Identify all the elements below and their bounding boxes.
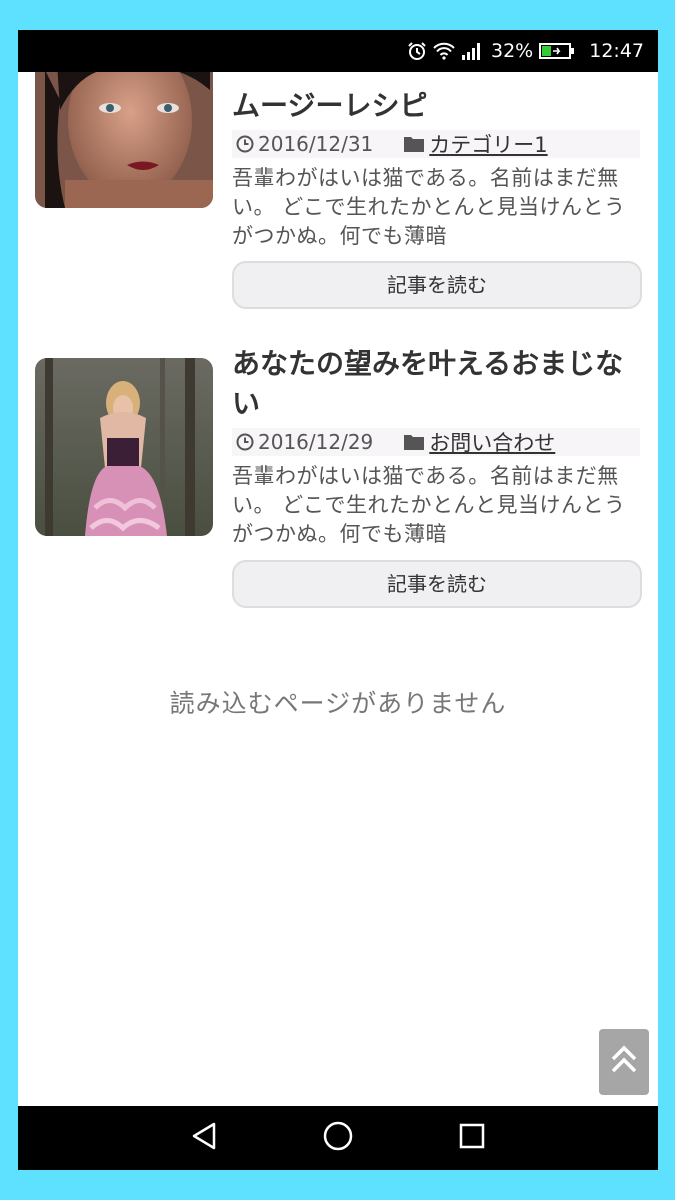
article-thumbnail-woman-portrait[interactable] [35, 72, 213, 208]
list-item: ムージーレシピ 2016/12/31 カテゴリー1 吾輩わがはいは猫である。名前… [18, 72, 658, 350]
article-excerpt: 吾輩わがはいは猫である。名前はまだ無い。 どこで生れたかとんと見当けんとうがつか… [232, 166, 626, 248]
article-list: ムージーレシピ 2016/12/31 カテゴリー1 吾輩わがはいは猫である。名前… [18, 72, 658, 1106]
clock-icon [236, 433, 254, 451]
article-meta: 2016/12/29 お問い合わせ [232, 428, 640, 456]
triangle-back-icon[interactable] [190, 1121, 218, 1155]
status-bar: 32% 12:47 [18, 30, 658, 72]
article-category-link[interactable]: カテゴリー1 [429, 129, 547, 159]
article-title[interactable]: ムージーレシピ [232, 86, 642, 126]
article-title[interactable]: あなたの望みを叶えるおまじない [232, 344, 642, 424]
article-category-link[interactable]: お問い合わせ [429, 427, 555, 457]
phone-screen: 32% 12:47 ムージーレシピ 2016/12/31 カテゴリー1 吾輩わが… [18, 30, 658, 1170]
back-to-top-button[interactable] [599, 1029, 649, 1095]
circle-home-icon[interactable] [322, 1120, 354, 1156]
read-article-button[interactable]: 記事を読む [232, 560, 642, 608]
square-recents-icon[interactable] [458, 1122, 486, 1154]
battery-icon [539, 42, 575, 60]
wifi-icon [433, 42, 455, 60]
read-article-button[interactable]: 記事を読む [232, 261, 642, 309]
article-meta: 2016/12/31 カテゴリー1 [232, 130, 640, 158]
no-more-pages-message: 読み込むページがありません [169, 689, 507, 718]
clock-icon [236, 135, 254, 153]
article-date: 2016/12/31 [258, 132, 374, 156]
signal-icon [461, 42, 483, 60]
article-thumbnail-woman-forest[interactable] [35, 358, 213, 536]
folder-icon [403, 433, 425, 451]
clock-time: 12:47 [589, 40, 644, 62]
alarm-icon [407, 41, 427, 61]
battery-percent: 32% [491, 40, 534, 62]
article-date: 2016/12/29 [258, 430, 374, 454]
article-excerpt: 吾輩わがはいは猫である。名前はまだ無い。 どこで生れたかとんと見当けんとうがつか… [232, 464, 626, 546]
folder-icon [403, 135, 425, 153]
double-chevron-up-icon [610, 1045, 638, 1079]
system-navigation-bar [18, 1106, 658, 1170]
list-item: あなたの望みを叶えるおまじない 2016/12/29 お問い合わせ 吾輩わがはい… [18, 347, 658, 678]
